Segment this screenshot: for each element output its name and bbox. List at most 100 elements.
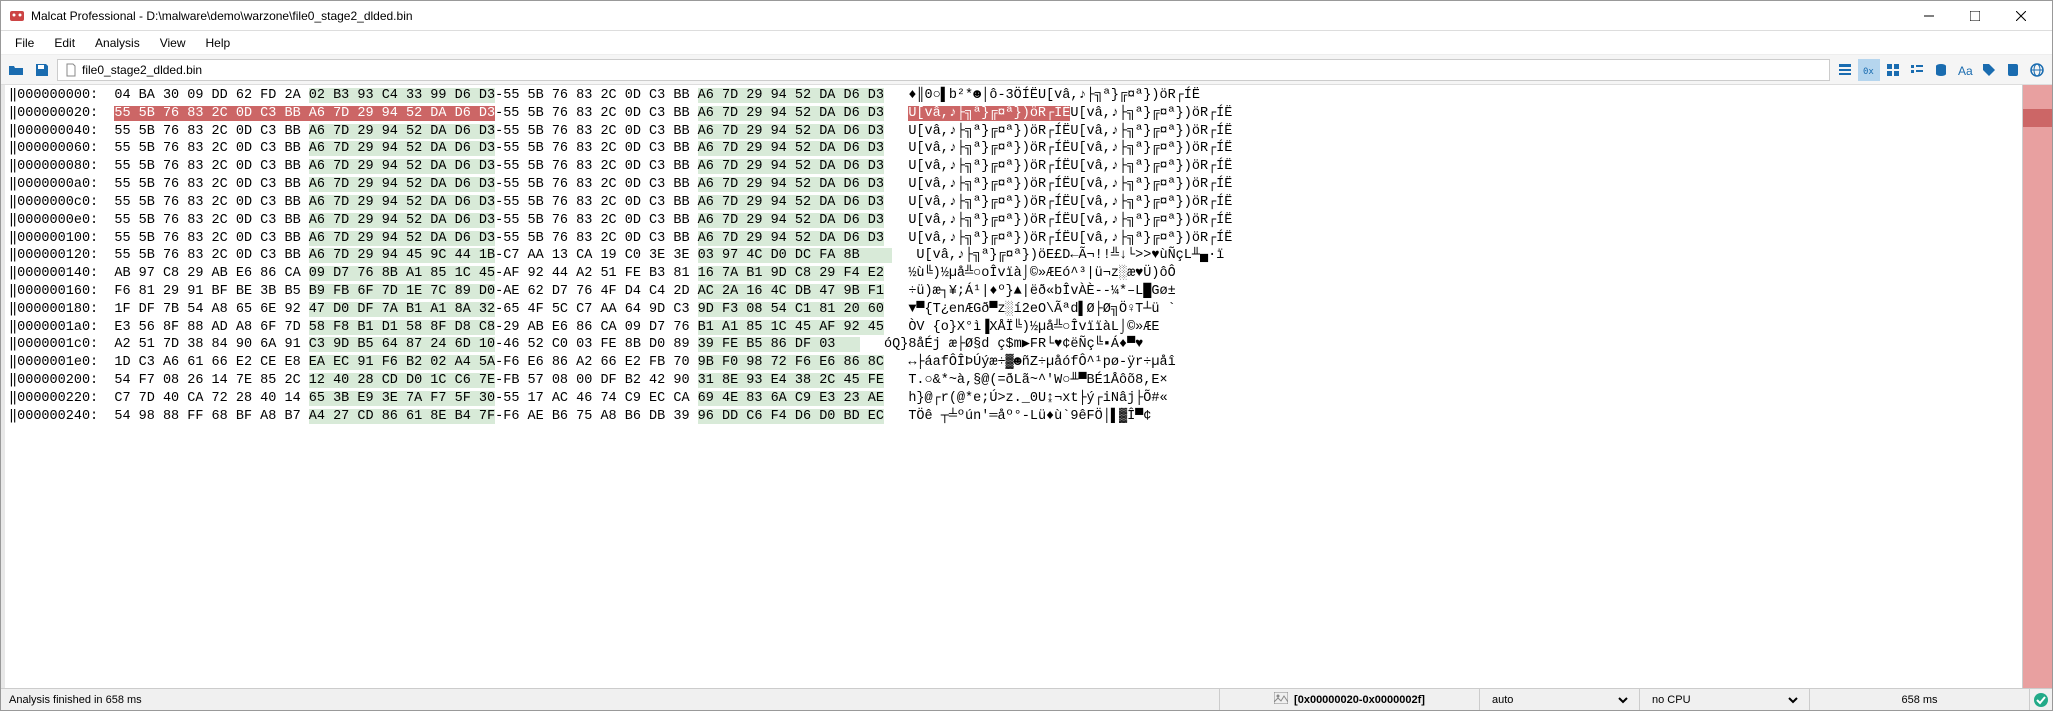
hex-address: ‖000000000:: [9, 87, 114, 105]
filetype-select[interactable]: auto: [1488, 693, 1631, 707]
hex-address: ‖000000240:: [9, 408, 114, 426]
hex-line[interactable]: ‖0000001a0: E3 56 8F 88 AD A8 6F 7D 58 F…: [9, 319, 2018, 337]
tag-icon[interactable]: [1978, 59, 2000, 81]
hex-bytes[interactable]: 54 98 88 FF 68 BF A8 B7 A4 27 CD 86 61 8…: [114, 408, 884, 426]
hex-bytes[interactable]: 55 5B 76 83 2C 0D C3 BB A6 7D 29 94 52 D…: [114, 194, 884, 212]
hex-bytes[interactable]: 1D C3 A6 61 66 E2 CE E8 EA EC 91 F6 B2 0…: [114, 354, 884, 372]
hex-ascii[interactable]: ↔├áafÔÎÞÚýæ÷▓☻ñZ÷µåófÔ^¹pø-ÿr÷µåî: [908, 354, 1175, 372]
hex-ascii[interactable]: U[vâ,♪├╗ª}╔¤ª})öR┌ÍËU[vâ,♪├╗ª}╔¤ª})öR┌ÍË: [908, 123, 1232, 141]
hex-view[interactable]: ‖000000000: 04 BA 30 09 DD 62 FD 2A 02 B…: [5, 85, 2022, 688]
view-hex-icon[interactable]: 0x: [1858, 59, 1880, 81]
font-icon[interactable]: Aa: [1954, 59, 1976, 81]
status-filetype[interactable]: auto: [1480, 689, 1640, 710]
hex-line[interactable]: ‖0000001c0: A2 51 7D 38 84 90 6A 91 C3 9…: [9, 336, 2018, 354]
save-icon[interactable]: [31, 59, 53, 81]
database-icon[interactable]: [1930, 59, 1952, 81]
view-summary-icon[interactable]: [1834, 59, 1856, 81]
hex-address: ‖000000080:: [9, 158, 114, 176]
hex-ascii[interactable]: U[vâ,♪├╗ª}╔¤ª})öR┌ÍËU[vâ,♪├╗ª}╔¤ª})öR┌ÍË: [908, 230, 1232, 248]
hex-line[interactable]: ‖0000001e0: 1D C3 A6 61 66 E2 CE E8 EA E…: [9, 354, 2018, 372]
window-controls: [1906, 1, 2044, 31]
hex-bytes[interactable]: C7 7D 40 CA 72 28 40 14 65 3B E9 3E 7A F…: [114, 390, 884, 408]
hex-bytes[interactable]: A2 51 7D 38 84 90 6A 91 C3 9D B5 64 87 2…: [114, 336, 859, 354]
hex-ascii[interactable]: U[vâ,♪├╗ª}╔¤ª})öR┌ÍËU[vâ,♪├╗ª}╔¤ª})öR┌ÍË: [908, 158, 1232, 176]
hex-line[interactable]: ‖000000020: 55 5B 76 83 2C 0D C3 BB A6 7…: [9, 105, 2018, 123]
view-struct-icon[interactable]: [1882, 59, 1904, 81]
hex-ascii[interactable]: ½ù╚)½µå╩○oÎvïà⌡©»ÆEó^³|ü¬z░æ♥Ü)ôÔ: [908, 265, 1175, 283]
menu-edit[interactable]: Edit: [44, 32, 85, 54]
view-disasm-icon[interactable]: [1906, 59, 1928, 81]
hex-ascii[interactable]: TÖê ┬╧ºún'═åº°-Lü♦ù`9êFÖ│▌▓Î▀¢: [908, 408, 1151, 426]
hex-bytes[interactable]: 55 5B 76 83 2C 0D C3 BB A6 7D 29 94 52 D…: [114, 105, 884, 123]
hex-line[interactable]: ‖000000040: 55 5B 76 83 2C 0D C3 BB A6 7…: [9, 123, 2018, 141]
hex-ascii[interactable]: U[vâ,♪├╗ª}╔¤ª})öR┌ÍËU[vâ,♪├╗ª}╔¤ª})öR┌ÍË: [908, 176, 1232, 194]
menu-analysis[interactable]: Analysis: [85, 32, 150, 54]
statusbar: Analysis finished in 658 ms [0x00000020-…: [1, 688, 2052, 710]
hex-line[interactable]: ‖000000180: 1F DF 7B 54 A8 65 6E 92 47 D…: [9, 301, 2018, 319]
hex-bytes[interactable]: 55 5B 76 83 2C 0D C3 BB A6 7D 29 94 45 9…: [114, 247, 892, 265]
svg-text:Aa: Aa: [1958, 64, 1973, 78]
hex-bytes[interactable]: AB 97 C8 29 AB E6 86 CA 09 D7 76 8B A1 8…: [114, 265, 884, 283]
hex-bytes[interactable]: 1F DF 7B 54 A8 65 6E 92 47 D0 DF 7A B1 A…: [114, 301, 884, 319]
hex-ascii[interactable]: U[vâ,♪├╗ª}╔¤ª})öR┌ÍËU[vâ,♪├╗ª}╔¤ª})öR┌ÍË: [908, 194, 1232, 212]
hex-address: ‖000000100:: [9, 230, 114, 248]
hex-bytes[interactable]: 55 5B 76 83 2C 0D C3 BB A6 7D 29 94 52 D…: [114, 158, 884, 176]
hex-address: ‖000000060:: [9, 140, 114, 158]
window-title: Malcat Professional - D:\malware\demo\wa…: [31, 9, 1906, 23]
hex-ascii[interactable]: U[vâ,♪├╗ª}╔¤ª})öE£D←Ã¬!!╩↓└>>♥ùÑçL╨▄·ï: [916, 247, 1224, 265]
hex-address: ‖0000000c0:: [9, 194, 114, 212]
toolbar-right: 0x Aa: [1834, 59, 2048, 81]
hex-ascii[interactable]: U[vâ,♪├╗ª}╔¤ª})öR┌ÍËU[vâ,♪├╗ª}╔¤ª})öR┌ÍË: [908, 212, 1232, 230]
hex-ascii[interactable]: ÷ü)æ┐¥;Á¹|♦º}▲|ëð«bÎvÀÈ--¼*–L█Gø±: [908, 283, 1175, 301]
hex-line[interactable]: ‖000000060: 55 5B 76 83 2C 0D C3 BB A6 7…: [9, 140, 2018, 158]
minimize-button[interactable]: [1906, 1, 1952, 31]
hex-line[interactable]: ‖000000140: AB 97 C8 29 AB E6 86 CA 09 D…: [9, 265, 2018, 283]
maximize-button[interactable]: [1952, 1, 1998, 31]
hex-bytes[interactable]: 55 5B 76 83 2C 0D C3 BB A6 7D 29 94 52 D…: [114, 212, 884, 230]
menu-help[interactable]: Help: [196, 32, 241, 54]
file-icon: [64, 63, 78, 77]
hex-line[interactable]: ‖000000100: 55 5B 76 83 2C 0D C3 BB A6 7…: [9, 230, 2018, 248]
hex-line[interactable]: ‖000000160: F6 81 29 91 BF BE 3B B5 B9 F…: [9, 283, 2018, 301]
hex-bytes[interactable]: 55 5B 76 83 2C 0D C3 BB A6 7D 29 94 52 D…: [114, 123, 884, 141]
hex-ascii[interactable]: ▼▀{T¿enÆGð▀z░í2eO\Ãªd▌Ø├Ø╗Ö♀T┴ü `: [908, 301, 1175, 319]
open-icon[interactable]: [5, 59, 27, 81]
hex-line[interactable]: ‖000000200: 54 F7 08 26 14 7E 85 2C 12 4…: [9, 372, 2018, 390]
close-button[interactable]: [1998, 1, 2044, 31]
status-selection: [0x00000020-0x0000002f]: [1220, 689, 1480, 710]
status-cpu[interactable]: no CPU: [1640, 689, 1810, 710]
menu-view[interactable]: View: [150, 32, 196, 54]
cpu-select[interactable]: no CPU: [1648, 693, 1801, 707]
hex-bytes[interactable]: 55 5B 76 83 2C 0D C3 BB A6 7D 29 94 52 D…: [114, 230, 884, 248]
hex-line[interactable]: ‖000000080: 55 5B 76 83 2C 0D C3 BB A6 7…: [9, 158, 2018, 176]
hex-ascii[interactable]: U[vâ,♪├╗ª}╔¤ª})öR┌ÍËU[vâ,♪├╗ª}╔¤ª})öR┌ÍË: [908, 105, 1232, 123]
svg-text:0x: 0x: [1863, 67, 1874, 77]
hex-bytes[interactable]: 04 BA 30 09 DD 62 FD 2A 02 B3 93 C4 33 9…: [114, 87, 884, 105]
hex-ascii[interactable]: U[vâ,♪├╗ª}╔¤ª})öR┌ÍËU[vâ,♪├╗ª}╔¤ª})öR┌ÍË: [908, 140, 1232, 158]
hex-line[interactable]: ‖000000000: 04 BA 30 09 DD 62 FD 2A 02 B…: [9, 87, 2018, 105]
hex-address: ‖0000001c0:: [9, 336, 114, 354]
hex-ascii[interactable]: óQ}8åÉj æ├Ø§d ç$m▶FR└♥¢ëÑç╚▪Á♦▀♥: [884, 336, 1143, 354]
hex-bytes[interactable]: 55 5B 76 83 2C 0D C3 BB A6 7D 29 94 52 D…: [114, 176, 884, 194]
path-input[interactable]: file0_stage2_dlded.bin: [57, 59, 1830, 81]
hex-bytes[interactable]: 54 F7 08 26 14 7E 85 2C 12 40 28 CD D0 1…: [114, 372, 884, 390]
hex-line[interactable]: ‖000000240: 54 98 88 FF 68 BF A8 B7 A4 2…: [9, 408, 2018, 426]
menu-file[interactable]: File: [5, 32, 44, 54]
hex-line[interactable]: ‖000000120: 55 5B 76 83 2C 0D C3 BB A6 7…: [9, 247, 2018, 265]
hex-ascii[interactable]: T.○&*~à,§@(=ðLã~^'W○╨▀BÉ1Åôõ8,E×: [908, 372, 1167, 390]
hex-ascii[interactable]: ♦║0○▌b²*☻│ô-3ÖÍËU[vâ,♪├╗ª}╔¤ª})öR┌ÍË: [908, 87, 1200, 105]
hex-address: ‖000000220:: [9, 390, 114, 408]
hex-bytes[interactable]: F6 81 29 91 BF BE 3B B5 B9 FB 6F 7D 1E 7…: [114, 283, 884, 301]
hex-ascii[interactable]: h}@┌r(@*e;Ú>z._0U↨¬xt├ý┌iNâj├Õ#«: [908, 390, 1167, 408]
hex-ascii[interactable]: ÒV {o}X°ì▐XÅÏ╚)½µå╩○ÎvïïàL⌡©»ÆE: [908, 319, 1159, 337]
hex-line[interactable]: ‖0000000a0: 55 5B 76 83 2C 0D C3 BB A6 7…: [9, 176, 2018, 194]
hex-line[interactable]: ‖0000000c0: 55 5B 76 83 2C 0D C3 BB A6 7…: [9, 194, 2018, 212]
hex-line[interactable]: ‖000000220: C7 7D 40 CA 72 28 40 14 65 3…: [9, 390, 2018, 408]
web-icon[interactable]: [2026, 59, 2048, 81]
hex-line[interactable]: ‖0000000e0: 55 5B 76 83 2C 0D C3 BB A6 7…: [9, 212, 2018, 230]
hex-bytes[interactable]: 55 5B 76 83 2C 0D C3 BB A6 7D 29 94 52 D…: [114, 140, 884, 158]
hex-bytes[interactable]: E3 56 8F 88 AD A8 6F 7D 58 F8 B1 D1 58 8…: [114, 319, 884, 337]
script-icon[interactable]: [2002, 59, 2024, 81]
menubar: File Edit Analysis View Help: [1, 31, 2052, 55]
minimap[interactable]: [2022, 85, 2052, 688]
